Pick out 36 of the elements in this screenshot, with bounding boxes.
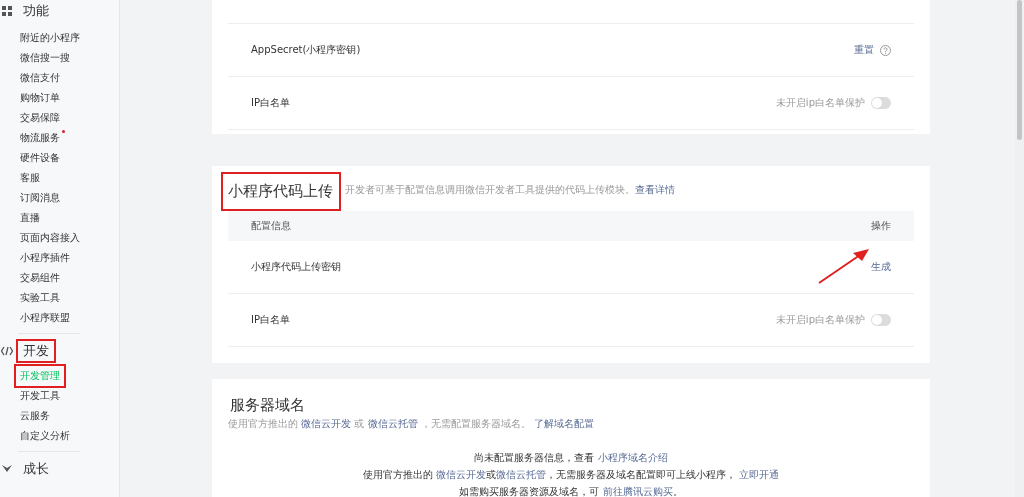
sidebar-group-title[interactable]: 成长	[16, 457, 56, 481]
text-link[interactable]: 查看详情	[635, 184, 675, 195]
text-link[interactable]: 微信云托管	[496, 469, 546, 480]
text-link[interactable]: 微信云开发	[301, 418, 352, 429]
row-label: IP白名单	[251, 96, 290, 110]
action-link[interactable]: 重置	[854, 43, 874, 57]
toggle-switch[interactable]	[871, 97, 891, 109]
grid-icon	[2, 6, 12, 16]
text-link[interactable]: 前往腾讯云购买	[602, 486, 673, 497]
row-label: IP白名单	[251, 313, 290, 327]
sidebar-group-title[interactable]: 功能	[16, 0, 56, 23]
notice-text: 尚未配置服务器信息，查看 小程序域名介绍	[474, 451, 668, 465]
section-description: 使用官方推出的 微信云开发 或 微信云托管 ，无需配置服务器域名。 了解域名配置	[228, 417, 595, 431]
section-title: 服务器域名	[229, 395, 306, 416]
action-link[interactable]: 生成	[871, 260, 891, 274]
section-title: 小程序代码上传	[221, 172, 341, 211]
code-icon	[1, 346, 13, 356]
column-header: 配置信息	[251, 219, 291, 233]
toggle-switch[interactable]	[871, 314, 891, 326]
row-label: AppSecret(小程序密钥)	[251, 43, 361, 57]
text-link[interactable]: 小程序域名介绍	[597, 452, 668, 463]
toggle-status: 未开启ip白名单保护	[775, 313, 865, 327]
chevron-icon	[2, 465, 12, 473]
notice-text: 如需购买服务器资源及域名，可 前往腾讯云购买。	[459, 485, 683, 497]
text-link[interactable]: 了解域名配置	[533, 418, 594, 429]
text-link[interactable]: 立即开通	[739, 469, 780, 480]
section-description: 开发者可基于配置信息调用微信开发者工具提供的代码上传模块。查看详情	[345, 183, 675, 197]
column-header: 操作	[871, 219, 891, 233]
text-link[interactable]: 微信云托管	[367, 418, 418, 429]
toggle-status: 未开启ip白名单保护	[775, 96, 865, 110]
notice-text: 使用官方推出的 微信云开发或微信云托管，无需服务器及域名配置即可上线小程序， 立即开通	[362, 468, 780, 482]
row-label: 小程序代码上传密钥	[251, 260, 341, 274]
help-icon[interactable]	[880, 44, 891, 56]
scrollbar[interactable]	[1015, 0, 1024, 497]
text-link[interactable]: 微信云开发	[436, 469, 486, 480]
sidebar-group-title[interactable]: 开发	[16, 339, 56, 363]
